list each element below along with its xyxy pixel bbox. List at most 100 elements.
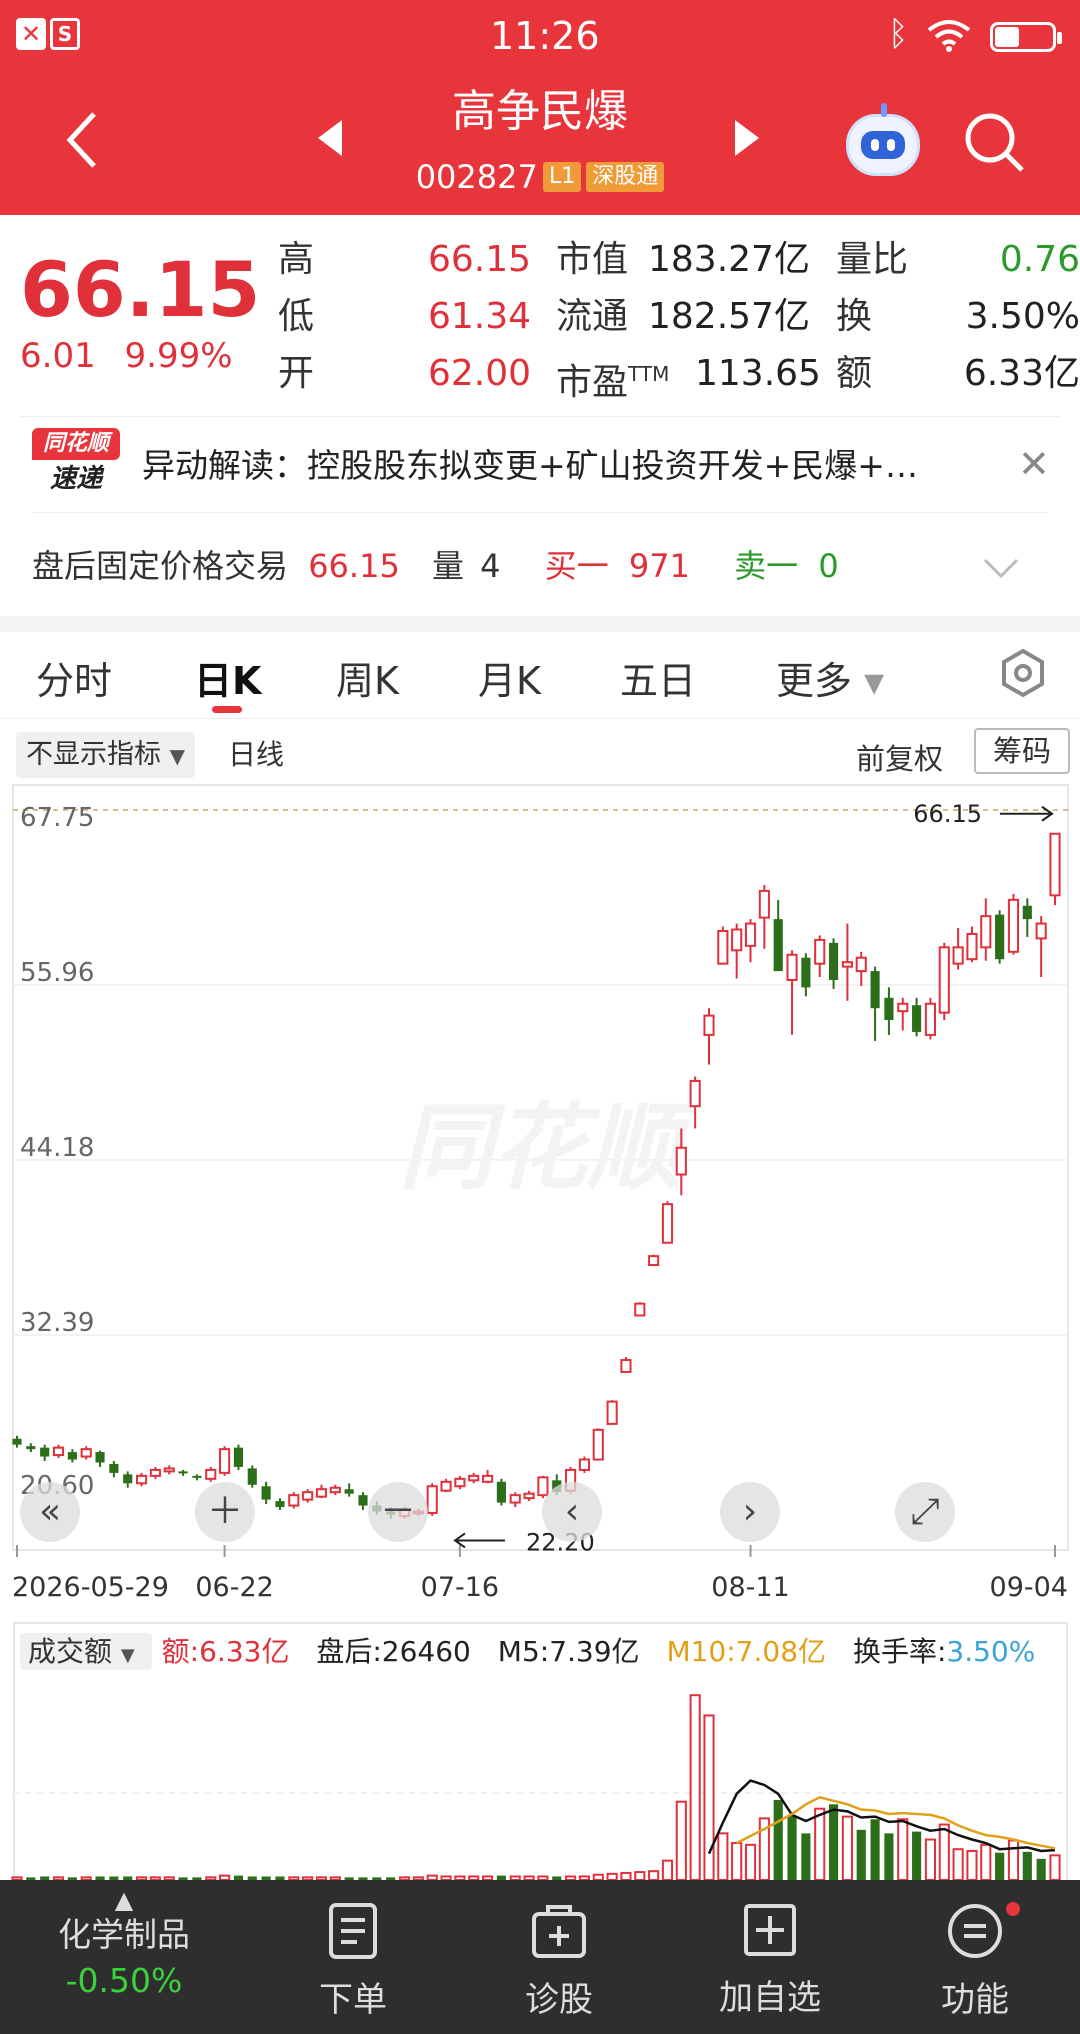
close-icon[interactable]: ✕ xyxy=(1018,442,1050,486)
volume-bar xyxy=(1049,1854,1061,1880)
chip-button[interactable]: 筹码 xyxy=(974,728,1070,774)
tab-timeshare[interactable]: 分时 xyxy=(36,650,112,705)
candle xyxy=(938,942,950,1021)
wifi-icon xyxy=(927,20,971,52)
search-icon[interactable] xyxy=(962,110,1028,176)
divider xyxy=(32,512,1048,513)
settings-hexagon-icon[interactable] xyxy=(998,648,1048,698)
candle xyxy=(261,1481,271,1505)
candle xyxy=(149,1466,161,1479)
candle xyxy=(288,1492,300,1509)
chevron-down-icon[interactable] xyxy=(982,556,1020,580)
after-hours-row[interactable]: 盘后固定价格交易 66.15 量 4 买一 971 卖一 0 xyxy=(32,544,839,588)
scroll-left-button[interactable]: ‹ xyxy=(542,1482,602,1542)
candle xyxy=(870,966,880,1041)
status-bar: ✕ S 11:26 ᛒ xyxy=(0,0,1080,72)
candle xyxy=(578,1456,591,1473)
volume-bar xyxy=(980,1843,992,1880)
mktcap-value: 183.27亿 xyxy=(648,239,810,280)
candle xyxy=(1049,832,1061,906)
candle xyxy=(689,1076,701,1129)
candle xyxy=(1035,916,1047,978)
volume-bar xyxy=(828,1804,839,1880)
candle xyxy=(426,1483,438,1516)
turnover-value: 3.50% xyxy=(965,296,1080,337)
nav-diagnose[interactable]: 诊股 xyxy=(474,1880,644,2034)
open-label: 开 xyxy=(278,353,315,394)
briefcase-plus-icon xyxy=(532,1905,586,1958)
high-label: 高 xyxy=(278,239,315,280)
candle xyxy=(192,1474,202,1481)
menu-circle-icon xyxy=(948,1904,1002,1958)
volume-bar xyxy=(731,1842,743,1880)
tab-more[interactable]: 更多 ▼ xyxy=(776,650,884,705)
market-tag: 深股通 xyxy=(586,162,665,192)
tab-five-day[interactable]: 五日 xyxy=(620,650,696,705)
indicator-selector-label: 不显示指标 xyxy=(26,739,161,770)
tab-monthly-k[interactable]: 月K xyxy=(478,650,541,705)
prev-stock-icon[interactable] xyxy=(318,120,342,156)
battery-icon xyxy=(990,22,1062,52)
volume-bar xyxy=(924,1838,937,1880)
rewind-button[interactable]: « xyxy=(20,1482,80,1542)
fullscreen-button[interactable]: ⤢ xyxy=(895,1482,955,1542)
candle xyxy=(109,1461,119,1478)
sector-ticker[interactable]: ▲ 化学制品 -0.50% xyxy=(0,1880,248,2034)
volume-bar xyxy=(966,1849,978,1880)
volume-bar xyxy=(703,1714,715,1880)
zoom-in-button[interactable]: ＋ xyxy=(195,1482,255,1542)
active-tab-indicator xyxy=(212,706,242,713)
low-value: 61.34 xyxy=(428,296,532,337)
volume-bar xyxy=(814,1807,826,1880)
nav-add-watchlist[interactable]: 加自选 xyxy=(680,1880,860,2034)
nav-order-label: 下单 xyxy=(319,1980,387,2020)
bluetooth-icon: ᛒ xyxy=(888,14,909,54)
sell-label: 卖一 xyxy=(734,547,799,585)
stock-header: 高争民爆 002827 L1 深股通 xyxy=(0,72,1080,215)
next-stock-icon[interactable] xyxy=(735,120,759,156)
tab-weekly-k[interactable]: 周K xyxy=(336,650,399,705)
max-arrow-icon xyxy=(1000,805,1054,822)
candle xyxy=(135,1472,148,1487)
indicator-selector[interactable]: 不显示指标 ▼ xyxy=(16,732,195,778)
candle xyxy=(980,898,992,961)
adjust-button[interactable]: 前复权 xyxy=(856,736,943,782)
news-logo: 同花顺 速递 xyxy=(32,428,120,500)
candle xyxy=(703,1008,715,1065)
news-text[interactable]: 异动解读：控股股东拟变更+矿山投资开发+民爆+… xyxy=(142,444,972,488)
tab-daily-k[interactable]: 日K xyxy=(194,650,261,705)
nav-order[interactable]: 下单 xyxy=(268,1880,438,2034)
candle xyxy=(897,997,909,1031)
candle xyxy=(786,950,798,1035)
candle xyxy=(717,926,729,965)
candle xyxy=(329,1484,341,1496)
amount-value: 6.33亿 xyxy=(963,353,1080,394)
volume-bar xyxy=(634,1871,646,1880)
candle xyxy=(661,1201,674,1244)
nav-functions-label: 功能 xyxy=(941,1980,1009,2020)
nav-add-watchlist-label: 加自选 xyxy=(719,1978,821,2018)
candle xyxy=(592,1428,604,1461)
nav-functions[interactable]: 功能 xyxy=(890,1880,1060,2034)
volume-bar xyxy=(897,1818,909,1880)
stock-code: 002827 xyxy=(415,158,538,196)
candle xyxy=(315,1484,328,1499)
kline-chart[interactable]: 同花顺 67.7555.9644.1832.3920.602026-05-290… xyxy=(0,780,1080,1600)
triangle-up-icon: ▲ xyxy=(114,1886,134,1914)
scroll-right-button[interactable]: › xyxy=(720,1482,780,1542)
zoom-out-button[interactable]: － xyxy=(368,1482,428,1542)
robot-assistant-icon[interactable] xyxy=(846,103,920,176)
y-tick-label: 32.39 xyxy=(20,1308,94,1338)
volume-bar xyxy=(1036,1858,1046,1880)
y-tick-label: 67.75 xyxy=(20,803,94,833)
x-tick-label: 09-04 xyxy=(990,1572,1068,1600)
candle xyxy=(912,997,922,1037)
divider xyxy=(0,718,1080,719)
after-hours-price: 66.15 xyxy=(308,547,400,585)
line-type-label: 日线 xyxy=(228,738,285,771)
turnover-label: 换 xyxy=(836,296,873,337)
candle xyxy=(995,910,1005,964)
back-arrow-icon[interactable] xyxy=(62,110,102,170)
volume-bar xyxy=(689,1694,701,1880)
y-tick-label: 44.18 xyxy=(20,1133,94,1163)
